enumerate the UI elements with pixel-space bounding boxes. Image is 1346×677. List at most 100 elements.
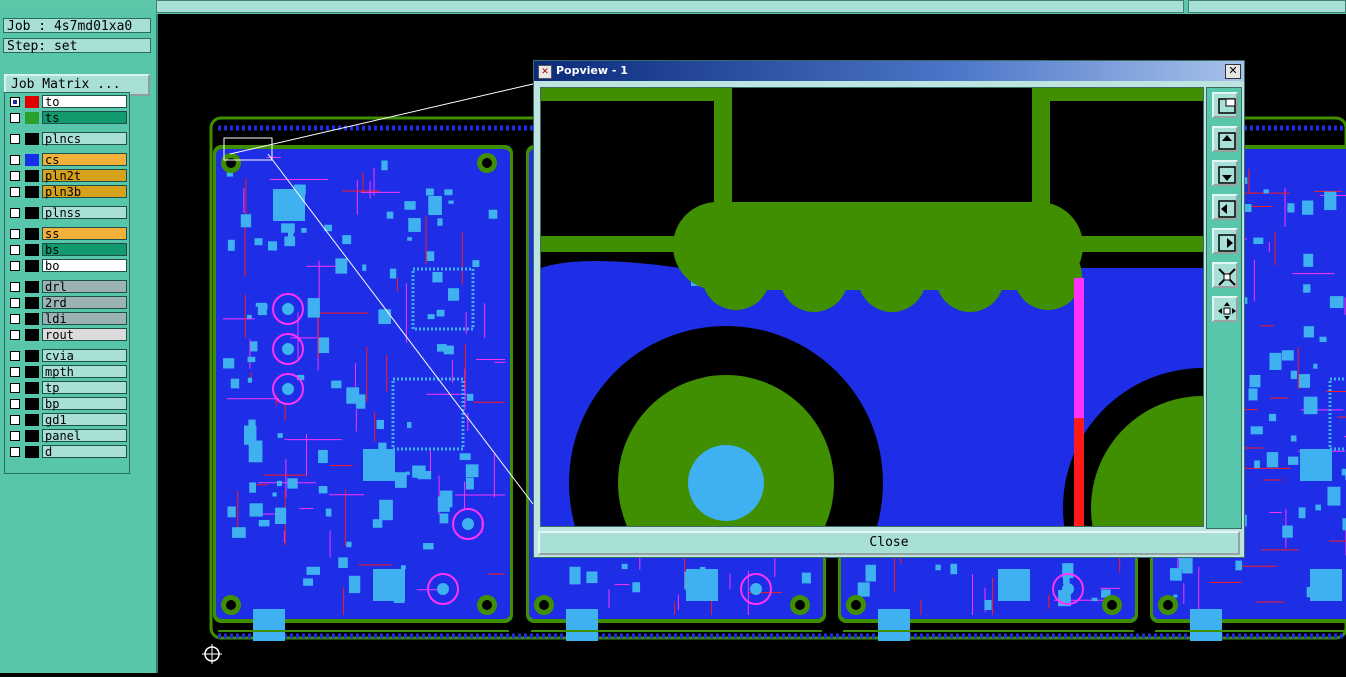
layer-checkbox[interactable]: [10, 282, 20, 292]
center-button[interactable]: [1212, 296, 1238, 322]
layer-color-swatch[interactable]: [25, 313, 39, 325]
layer-color-swatch[interactable]: [25, 329, 39, 341]
window-close-button[interactable]: ✕: [1225, 64, 1241, 79]
pcb-pad: [335, 258, 348, 274]
layer-row-ss[interactable]: ss: [7, 227, 127, 241]
pcb-pad: [586, 571, 598, 584]
layer-color-swatch[interactable]: [25, 297, 39, 309]
layer-name[interactable]: pln3b: [42, 185, 127, 199]
popview-zoom-view[interactable]: [540, 87, 1204, 527]
layer-checkbox[interactable]: [10, 229, 20, 239]
pan-right-button[interactable]: [1212, 228, 1238, 254]
layer-checkbox[interactable]: [10, 314, 20, 324]
layer-name[interactable]: d: [42, 445, 127, 459]
layer-row-rout[interactable]: rout: [7, 328, 127, 342]
layer-checkbox[interactable]: [10, 447, 20, 457]
layer-checkbox[interactable]: [10, 261, 20, 271]
layer-checkbox[interactable]: [10, 330, 20, 340]
layer-color-swatch[interactable]: [25, 96, 39, 108]
layer-color-swatch[interactable]: [25, 350, 39, 362]
layer-checkbox[interactable]: [10, 298, 20, 308]
layer-name[interactable]: drl: [42, 280, 127, 294]
layer-checkbox[interactable]: [10, 245, 20, 255]
layer-name[interactable]: pln2t: [42, 169, 127, 183]
layer-color-swatch[interactable]: [25, 112, 39, 124]
layer-color-swatch[interactable]: [25, 133, 39, 145]
layer-color-swatch[interactable]: [25, 154, 39, 166]
layer-color-swatch[interactable]: [25, 186, 39, 198]
layer-name[interactable]: plncs: [42, 132, 127, 146]
layer-row-pln3b[interactable]: pln3b: [7, 185, 127, 199]
layer-color-swatch[interactable]: [25, 281, 39, 293]
layer-name[interactable]: ss: [42, 227, 127, 241]
zoom-fit-button[interactable]: [1212, 262, 1238, 288]
layer-name[interactable]: ldi: [42, 312, 127, 326]
layer-name[interactable]: ts: [42, 111, 127, 125]
layer-checkbox[interactable]: [10, 134, 20, 144]
layer-color-swatch[interactable]: [25, 207, 39, 219]
layer-row-ts[interactable]: ts: [7, 111, 127, 125]
layer-name[interactable]: plnss: [42, 206, 127, 220]
layer-color-swatch[interactable]: [25, 430, 39, 442]
layer-name[interactable]: cs: [42, 153, 127, 167]
layer-checkbox[interactable]: [10, 97, 20, 107]
layer-row-to[interactable]: to: [7, 95, 127, 109]
zoom-box-button[interactable]: [1212, 92, 1238, 118]
layer-row-bo[interactable]: bo: [7, 259, 127, 273]
layer-row-plnss[interactable]: plnss: [7, 206, 127, 220]
layer-checkbox[interactable]: [10, 415, 20, 425]
layer-row-tp[interactable]: tp: [7, 381, 127, 395]
layer-name[interactable]: bs: [42, 243, 127, 257]
layer-name[interactable]: rout: [42, 328, 127, 342]
layer-color-swatch[interactable]: [25, 446, 39, 458]
layer-color-swatch[interactable]: [25, 244, 39, 256]
layer-color-swatch[interactable]: [25, 382, 39, 394]
pcb-large-pad: [1300, 449, 1332, 481]
layer-name[interactable]: 2rd: [42, 296, 127, 310]
layer-name[interactable]: to: [42, 95, 127, 109]
layer-name[interactable]: gd1: [42, 413, 127, 427]
layer-row-plncs[interactable]: plncs: [7, 132, 127, 146]
layer-checkbox[interactable]: [10, 187, 20, 197]
pcb-pad: [1287, 456, 1299, 465]
pan-down-button[interactable]: [1212, 160, 1238, 186]
layer-color-swatch[interactable]: [25, 398, 39, 410]
layer-name[interactable]: bp: [42, 397, 127, 411]
layer-color-swatch[interactable]: [25, 366, 39, 378]
layer-name[interactable]: panel: [42, 429, 127, 443]
layer-color-swatch[interactable]: [25, 260, 39, 272]
pan-up-button[interactable]: [1212, 126, 1238, 152]
layer-row-pln2t[interactable]: pln2t: [7, 169, 127, 183]
layer-row-drl[interactable]: drl: [7, 280, 127, 294]
layer-checkbox[interactable]: [10, 208, 20, 218]
pcb-pad: [362, 264, 367, 271]
layer-name[interactable]: mpth: [42, 365, 127, 379]
layer-color-swatch[interactable]: [25, 170, 39, 182]
layer-row-cvia[interactable]: cvia: [7, 349, 127, 363]
layer-color-swatch[interactable]: [25, 414, 39, 426]
layer-row-panel[interactable]: panel: [7, 429, 127, 443]
layer-name[interactable]: cvia: [42, 349, 127, 363]
layer-row-bp[interactable]: bp: [7, 397, 127, 411]
layer-color-swatch[interactable]: [25, 228, 39, 240]
close-button[interactable]: Close: [538, 531, 1240, 555]
layer-checkbox[interactable]: [10, 351, 20, 361]
layer-checkbox[interactable]: [10, 383, 20, 393]
layer-name[interactable]: bo: [42, 259, 127, 273]
layer-checkbox[interactable]: [10, 399, 20, 409]
layer-row-bs[interactable]: bs: [7, 243, 127, 257]
layer-checkbox[interactable]: [10, 155, 20, 165]
layer-checkbox[interactable]: [10, 367, 20, 377]
layer-name[interactable]: tp: [42, 381, 127, 395]
layer-row-2rd[interactable]: 2rd: [7, 296, 127, 310]
popview-titlebar[interactable]: ✕ Popview - 1 ✕: [534, 61, 1244, 81]
pan-left-button[interactable]: [1212, 194, 1238, 220]
layer-checkbox[interactable]: [10, 171, 20, 181]
layer-checkbox[interactable]: [10, 113, 20, 123]
layer-row-gd1[interactable]: gd1: [7, 413, 127, 427]
layer-checkbox[interactable]: [10, 431, 20, 441]
layer-row-cs[interactable]: cs: [7, 153, 127, 167]
layer-row-d[interactable]: d: [7, 445, 127, 459]
layer-row-mpth[interactable]: mpth: [7, 365, 127, 379]
layer-row-ldi[interactable]: ldi: [7, 312, 127, 326]
